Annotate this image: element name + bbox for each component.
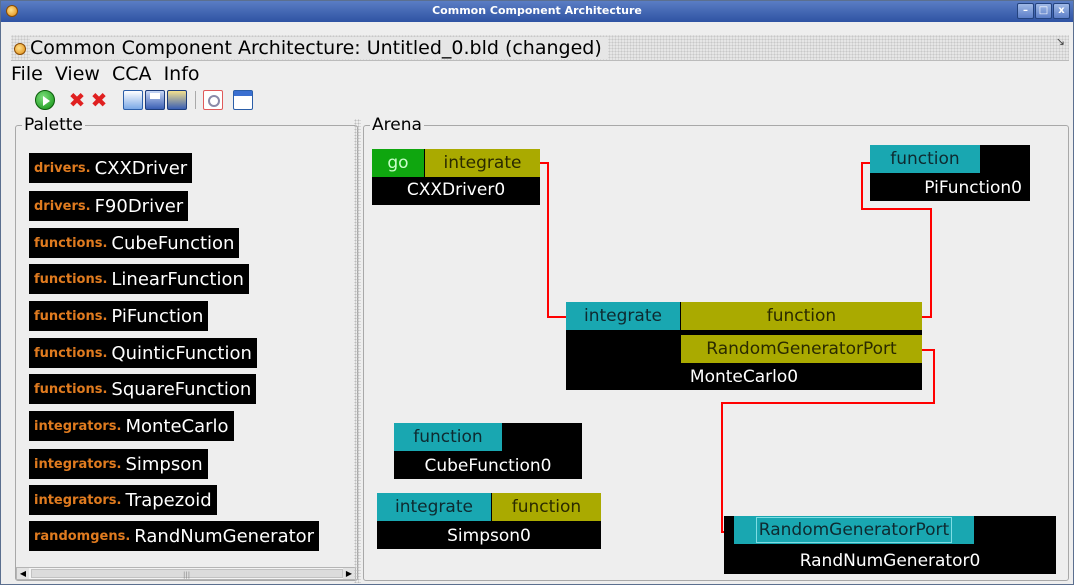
menu-file[interactable]: File: [11, 63, 43, 85]
palette-package: drivers.: [34, 198, 91, 214]
main-window: Common Component Architecture – □ x Comm…: [0, 0, 1074, 585]
maximize-button[interactable]: □: [1035, 3, 1052, 19]
palette-item-trapezoid[interactable]: integrators. Trapezoid: [29, 485, 217, 515]
frame-title: Common Component Architecture: Untitled_…: [30, 37, 608, 59]
palette-component: SquareFunction: [111, 378, 252, 400]
os-window-title: Common Component Architecture: [432, 4, 642, 17]
palette-horizontal-scrollbar[interactable]: ◀ ||| ▶: [16, 567, 356, 580]
palette-package: integrators.: [34, 456, 122, 472]
palette-item-randnumgenerator[interactable]: randomgens. RandNumGenerator: [29, 521, 320, 551]
component-name: CubeFunction0: [424, 456, 552, 476]
component-name: CXXDriver0: [406, 180, 506, 200]
component-cubefunction0[interactable]: function CubeFunction0: [394, 423, 582, 479]
save-icon[interactable]: [145, 90, 165, 110]
component-montecarlo0[interactable]: integrate function RandomGeneratorPort M…: [566, 302, 922, 390]
palette-package: integrators.: [34, 492, 122, 508]
frame-header[interactable]: Common Component Architecture: Untitled_…: [11, 35, 1069, 61]
palette-component: Simpson: [125, 453, 203, 475]
palette-title: Palette: [22, 115, 85, 135]
palette-component: MonteCarlo: [125, 415, 229, 437]
palette-item-linearfunction[interactable]: functions. LinearFunction: [29, 264, 249, 294]
uses-port-function[interactable]: function: [681, 302, 922, 330]
uses-port-function[interactable]: function: [492, 493, 601, 521]
wire-cxxdriver-to-montecarlo: [540, 162, 566, 318]
remove-icon[interactable]: ✖: [67, 90, 87, 110]
palette-item-simpson[interactable]: integrators. Simpson: [29, 449, 208, 479]
provides-port-integrate[interactable]: integrate: [566, 302, 680, 330]
palette-component: RandNumGenerator: [134, 525, 315, 547]
arena-canvas[interactable]: go integrate CXXDriver0 function PiFunct…: [362, 121, 1070, 583]
preview-icon[interactable]: [203, 90, 223, 110]
provides-port-integrate[interactable]: integrate: [377, 493, 491, 521]
go-port[interactable]: go: [372, 149, 424, 177]
save-as-icon[interactable]: [167, 90, 187, 110]
component-cxxdriver0[interactable]: go integrate CXXDriver0: [372, 149, 540, 205]
component-simpson0[interactable]: integrate function Simpson0: [377, 493, 601, 549]
frame-app-icon: [14, 43, 26, 55]
provides-port-function[interactable]: function: [394, 423, 502, 451]
component-name: MonteCarlo0: [689, 367, 799, 387]
palette-component: LinearFunction: [111, 268, 244, 290]
palette-package: functions.: [34, 235, 108, 251]
menu-view[interactable]: View: [55, 63, 100, 85]
toolbar-separator: [195, 91, 196, 109]
open-file-icon[interactable]: [123, 90, 143, 110]
palette-component: CubeFunction: [111, 232, 235, 254]
minimize-button[interactable]: –: [1017, 3, 1034, 19]
menu-info[interactable]: Info: [164, 63, 200, 85]
close-button[interactable]: x: [1053, 3, 1070, 19]
uses-port-integrate[interactable]: integrate: [425, 149, 540, 177]
component-randnumgenerator0[interactable]: RandomGeneratorPort RandNumGenerator0: [724, 516, 1056, 574]
component-name: RandNumGenerator0: [799, 551, 981, 571]
frame-maximize-icon[interactable]: ↘︎: [1056, 35, 1065, 48]
remove-all-icon[interactable]: ✖: [89, 90, 109, 110]
palette-item-cxxdriver[interactable]: drivers. CXXDriver: [29, 153, 193, 183]
split-pane-divider[interactable]: [354, 119, 361, 583]
palette-package: functions.: [34, 271, 108, 287]
go-icon[interactable]: [35, 90, 55, 110]
palette-component: PiFunction: [111, 305, 204, 327]
palette-package: drivers.: [34, 160, 91, 176]
provides-port-randomgenerator[interactable]: RandomGeneratorPort: [734, 516, 974, 544]
palette-package: integrators.: [34, 418, 122, 434]
menu-cca[interactable]: CCA: [112, 63, 152, 85]
palette-package: functions.: [34, 345, 108, 361]
grip-icon: |||: [183, 571, 191, 579]
component-pifunction0[interactable]: function PiFunction0: [870, 145, 1030, 201]
window-icon[interactable]: [233, 90, 253, 110]
palette-item-pifunction[interactable]: functions. PiFunction: [29, 301, 209, 331]
palette-item-squarefunction[interactable]: functions. SquareFunction: [29, 374, 257, 404]
palette-item-montecarlo[interactable]: integrators. MonteCarlo: [29, 411, 234, 441]
component-name: Simpson0: [447, 526, 531, 546]
palette-component: F90Driver: [94, 195, 184, 217]
palette-component: QuinticFunction: [111, 342, 252, 364]
component-name: PiFunction0: [924, 178, 1022, 198]
palette-item-f90driver[interactable]: drivers. F90Driver: [29, 191, 189, 221]
palette-package: randomgens.: [34, 528, 131, 544]
palette-component: CXXDriver: [94, 157, 188, 179]
os-title-bar[interactable]: Common Component Architecture – □ x: [1, 1, 1073, 22]
provides-port-function[interactable]: function: [870, 145, 980, 173]
palette-package: functions.: [34, 381, 108, 397]
port-label: RandomGeneratorPort: [755, 517, 953, 543]
scroll-left-icon[interactable]: ◀: [17, 568, 29, 579]
palette-item-quinticfunction[interactable]: functions. QuinticFunction: [29, 338, 257, 368]
scrollbar-thumb[interactable]: |||: [31, 569, 343, 579]
palette-component: Trapezoid: [125, 489, 212, 511]
palette-package: functions.: [34, 308, 108, 324]
uses-port-randomgenerator[interactable]: RandomGeneratorPort: [681, 335, 922, 363]
menu-bar: File View CCA Info: [11, 63, 206, 87]
palette-item-cubefunction[interactable]: functions. CubeFunction: [29, 228, 240, 258]
